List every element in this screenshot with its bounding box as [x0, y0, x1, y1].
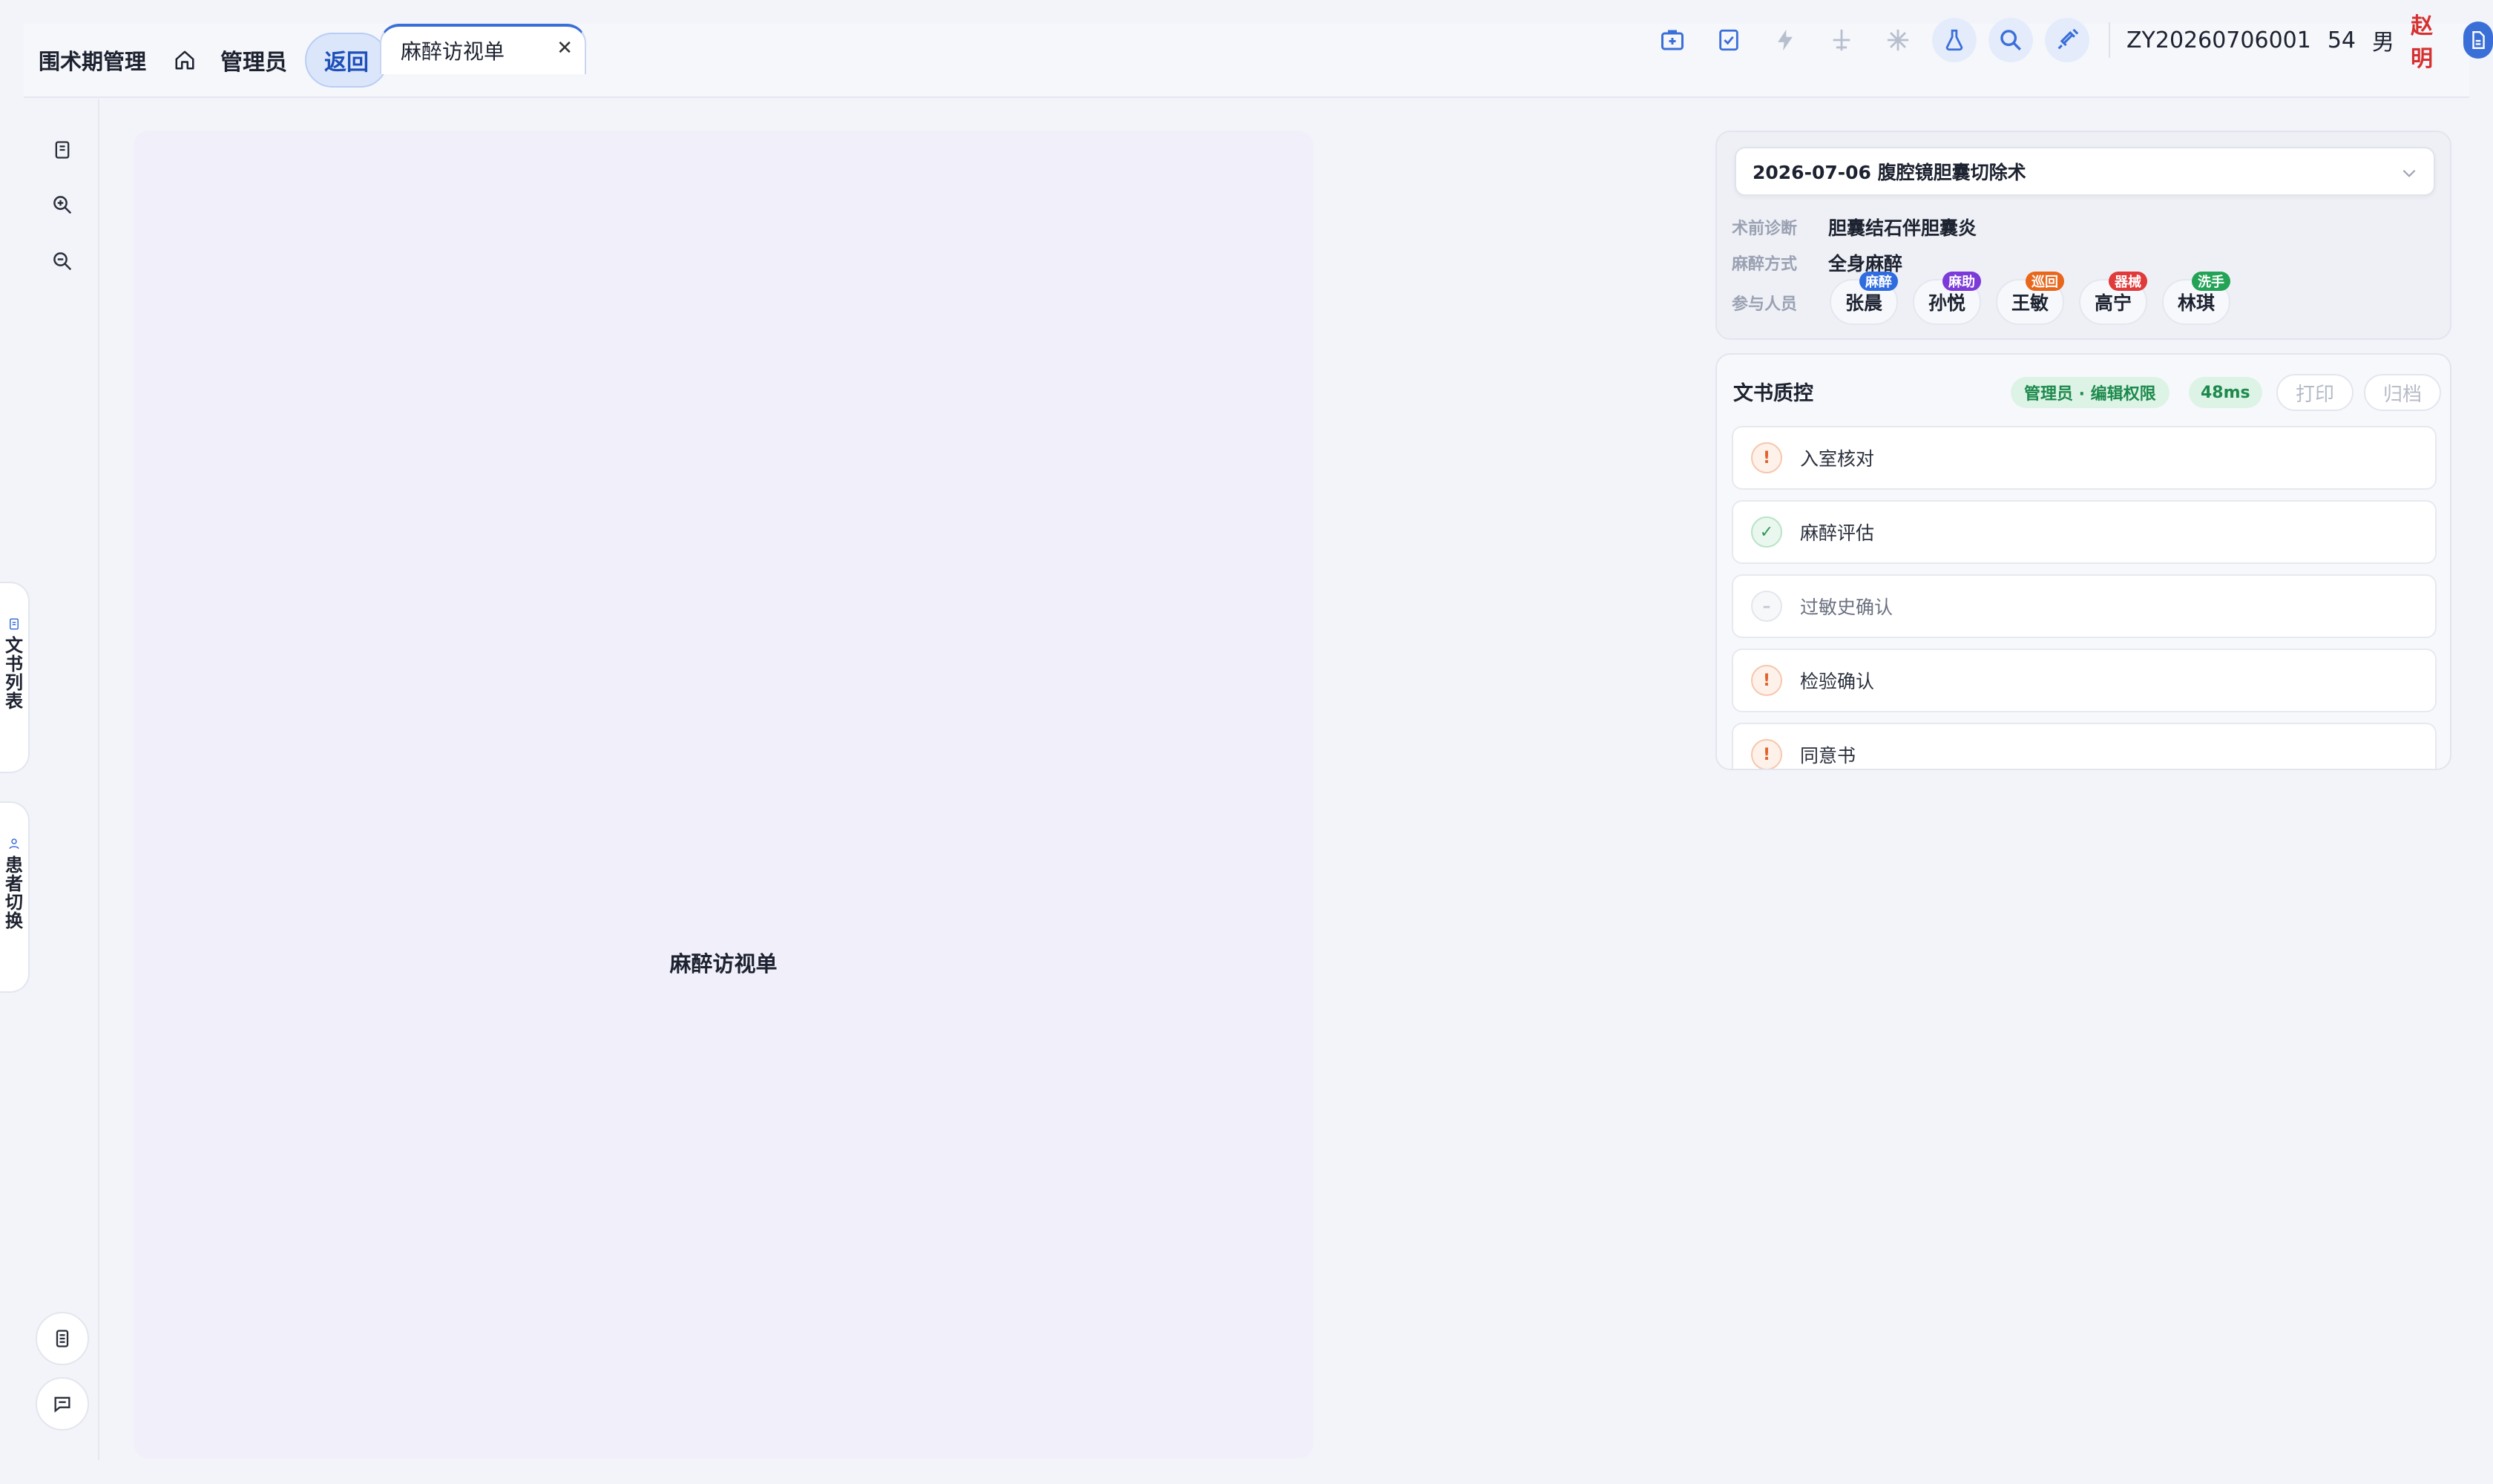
diagnosis-value: 胆囊结石伴胆囊炎	[1828, 217, 1977, 239]
document-icon	[10, 618, 19, 630]
warning-icon: !	[1751, 665, 1782, 696]
diagnosis-label: 术前诊断	[1732, 220, 1798, 238]
role-badge: 洗手	[2192, 272, 2230, 291]
drawer-document-list[interactable]: 文书列表	[0, 582, 30, 773]
patient-id: ZY20260706001	[2126, 27, 2311, 53]
qc-item[interactable]: ! 同意书	[1732, 723, 2437, 769]
staff-row: 参与人员	[1732, 291, 1828, 315]
qc-item-label: 过敏史确认	[1800, 597, 1893, 618]
drawer-label: 文书列表	[5, 635, 23, 712]
home-icon	[175, 50, 194, 70]
staff-name: 王敏	[2011, 292, 2049, 314]
qc-item[interactable]: ! 检验确认	[1732, 649, 2437, 712]
dash-icon: –	[1751, 591, 1782, 622]
first-aid-icon	[1661, 30, 1684, 50]
plane-icon	[1833, 29, 1850, 51]
staff-chip[interactable]: 孙悦 麻助	[1913, 272, 1981, 325]
chevron-down-icon	[2402, 169, 2416, 177]
first-aid-button[interactable]	[1650, 18, 1695, 62]
syringe-button[interactable]	[2045, 18, 2089, 62]
file-icon	[2472, 30, 2485, 50]
back-button[interactable]: 返回	[305, 33, 389, 88]
staff-chip[interactable]: 张晨 麻醉	[1830, 272, 1898, 325]
flash-icon	[1778, 29, 1793, 51]
role-badge: 麻醉	[1859, 272, 1898, 291]
notes-button[interactable]	[36, 1312, 89, 1365]
patient-age: 54	[2327, 27, 2356, 53]
staff-name: 林琪	[2177, 292, 2215, 314]
print-button[interactable]: 打印	[2276, 374, 2354, 411]
app-title: 围术期管理	[39, 49, 147, 74]
toolbar	[1650, 18, 2089, 62]
staff-name: 高宁	[2094, 292, 2132, 314]
archive-button[interactable]: 归档	[2364, 374, 2441, 411]
check-icon: ✓	[1751, 516, 1782, 548]
role-badge: 巡回	[2026, 272, 2064, 291]
chat-icon	[54, 1396, 70, 1413]
home-button[interactable]	[168, 44, 201, 76]
notepad-icon	[56, 1330, 69, 1347]
role-badge: 麻助	[1942, 272, 1981, 291]
checklist-icon	[1719, 29, 1738, 51]
staff-name: 孙悦	[1928, 292, 1965, 314]
patient-name[interactable]: 赵明	[2411, 7, 2447, 73]
staff-chip[interactable]: 林琪 洗手	[2162, 272, 2230, 325]
qc-item-label: 同意书	[1800, 745, 1856, 766]
permission-badge: 管理员 · 编辑权限	[2011, 377, 2170, 408]
surgery-select-value: 2026-07-06 腹腔镜胆囊切除术	[1753, 162, 2026, 183]
warning-icon: !	[1751, 739, 1782, 769]
snowflake-icon	[1887, 29, 1909, 51]
qc-item-label: 入室核对	[1800, 448, 1875, 470]
staff-name: 张晨	[1845, 292, 1882, 314]
qc-item[interactable]: ✓ 麻醉评估	[1732, 500, 2437, 564]
role-badge: 器械	[2109, 272, 2147, 291]
document-title: 麻醉访视单	[669, 951, 778, 976]
qc-item[interactable]: ! 入室核对	[1732, 426, 2437, 490]
tab-label: 麻醉访视单	[401, 39, 505, 64]
syringe-icon	[2057, 28, 2079, 50]
tab-anesthesia-visit[interactable]: 麻醉访视单 ✕	[380, 24, 586, 74]
staff-label: 参与人员	[1732, 295, 1798, 314]
flask-icon	[1945, 29, 1963, 51]
surgery-card: 2026-07-06 腹腔镜胆囊切除术 术前诊断 胆囊结石伴胆囊炎 麻醉方式 全…	[1715, 131, 2451, 340]
search-icon	[2000, 30, 2021, 50]
qc-title: 文书质控	[1733, 382, 1813, 405]
patient-record-button[interactable]	[2463, 22, 2493, 59]
checklist-button[interactable]	[1707, 18, 1751, 62]
zoom-in-button[interactable]	[49, 191, 76, 218]
document-qc-card: 文书质控 管理员 · 编辑权限 48ms 打印 归档 ! 入室核对 ✓ 麻醉评估…	[1715, 353, 2451, 770]
search-button[interactable]	[1988, 18, 2033, 62]
user-icon	[9, 838, 19, 850]
left-rail	[0, 99, 99, 1460]
lab-button[interactable]	[1932, 18, 1977, 62]
diagnosis-row: 术前诊断 胆囊结石伴胆囊炎	[1732, 214, 1977, 240]
toolbar-divider	[2109, 22, 2110, 58]
qc-item-label: 检验确认	[1800, 671, 1875, 692]
snowflake-button[interactable]	[1876, 18, 1920, 62]
patient-info: ZY20260706001 54 男 赵明	[2126, 13, 2493, 72]
messages-button[interactable]	[36, 1377, 89, 1431]
staff-list: 张晨 麻醉 孙悦 麻助 王敏 巡回 高宁 器械 林琪 洗手	[1830, 272, 2230, 325]
zoom-out-button[interactable]	[49, 248, 76, 275]
staff-chip[interactable]: 高宁 器械	[2079, 272, 2147, 325]
anesthesia-label: 麻醉方式	[1732, 255, 1798, 274]
plane-button[interactable]	[1819, 18, 1864, 62]
warning-icon: !	[1751, 442, 1782, 473]
surgery-select[interactable]: 2026-07-06 腹腔镜胆囊切除术	[1735, 147, 2435, 196]
zoom-out-icon	[53, 252, 72, 271]
drawer-label: 患者切换	[5, 855, 23, 931]
save-doc-button[interactable]	[49, 137, 76, 163]
current-user[interactable]: 管理员	[220, 44, 287, 76]
document-canvas[interactable]: 麻醉访视单	[134, 131, 1313, 1459]
zoom-in-icon	[53, 196, 72, 214]
latency-badge: 48ms	[2189, 377, 2262, 408]
patient-gender: 男	[2372, 30, 2395, 56]
close-tab-icon[interactable]: ✕	[556, 37, 573, 59]
flash-button[interactable]	[1763, 18, 1807, 62]
qc-item[interactable]: – 过敏史确认	[1732, 574, 2437, 638]
staff-chip[interactable]: 王敏 巡回	[1996, 272, 2064, 325]
qc-item-label: 麻醉评估	[1800, 522, 1875, 544]
drawer-patient-switch[interactable]: 患者切换	[0, 801, 30, 993]
clipboard-icon	[55, 141, 70, 159]
